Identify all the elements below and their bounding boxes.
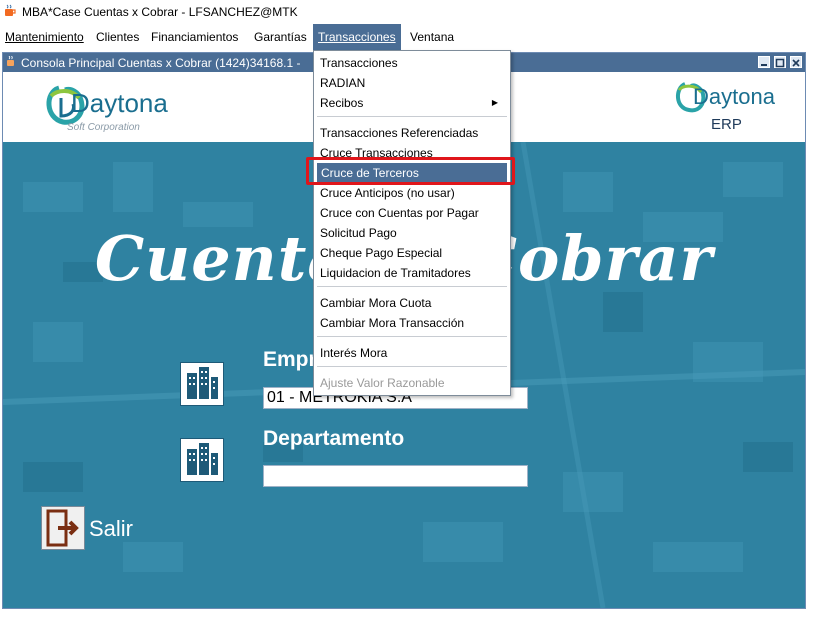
- logo-left-name: Daytona: [71, 88, 168, 118]
- maximize-icon: [775, 58, 785, 68]
- window-title: MBA*Case Cuentas x Cobrar - LFSANCHEZ@MT…: [22, 5, 298, 19]
- menu-item-recibos[interactable]: Recibos ▶: [320, 93, 504, 113]
- departamento-field[interactable]: [263, 465, 528, 487]
- menu-item-radian[interactable]: RADIAN: [320, 73, 365, 93]
- maximize-button[interactable]: [774, 56, 786, 68]
- close-button[interactable]: [790, 56, 802, 68]
- selection-highlight-box: [306, 157, 515, 185]
- menu-item-transacciones[interactable]: Transacciones: [320, 53, 398, 73]
- menu-mantenimiento-label: Mantenimiento: [5, 30, 84, 44]
- menu-item-label: Interés Mora: [320, 346, 388, 360]
- salir-button[interactable]: [41, 506, 85, 550]
- menu-item-cheque-pago-especial[interactable]: Cheque Pago Especial: [320, 243, 442, 263]
- daytona-logo-left: Daytona Soft Corporation: [41, 80, 171, 136]
- menu-clientes-label: Clientes: [96, 30, 140, 44]
- menu-separator: [317, 366, 507, 367]
- menu-transacciones[interactable]: Transacciones: [313, 24, 401, 50]
- menu-transacciones-label: Transacciones: [318, 30, 396, 44]
- menu-item-cambiar-mora-cuota[interactable]: Cambiar Mora Cuota: [320, 293, 431, 313]
- logo-left-sub: Soft Corporation: [67, 122, 140, 133]
- menu-garantias-label: Garantías: [254, 30, 307, 44]
- menu-item-label: Solicitud Pago: [320, 226, 397, 240]
- menu-item-label: Liquidacion de Tramitadores: [320, 266, 471, 280]
- menu-item-label: Transacciones Referenciadas: [320, 126, 479, 140]
- building-icon: [187, 367, 218, 399]
- console-title: Consola Principal Cuentas x Cobrar (1424…: [21, 56, 301, 70]
- menu-item-cruce-cuentas-pagar[interactable]: Cruce con Cuentas por Pagar: [320, 203, 479, 223]
- close-icon: [792, 59, 800, 67]
- menu-separator: [317, 336, 507, 337]
- logo-right-sub: ERP: [711, 116, 742, 133]
- exit-door-icon: [46, 509, 79, 547]
- menu-garantias[interactable]: Garantías: [254, 30, 307, 44]
- java-cup-icon: [7, 56, 14, 66]
- menu-clientes[interactable]: Clientes: [96, 30, 139, 44]
- java-cup-icon: [5, 4, 16, 16]
- menu-item-label: Cruce Anticipos (no usar): [320, 186, 455, 200]
- menu-financiamientos[interactable]: Financiamientos: [151, 30, 238, 44]
- minimize-icon: [761, 64, 767, 66]
- menu-item-label: Transacciones: [320, 56, 398, 70]
- transacciones-dropdown: Transacciones RADIAN Recibos ▶ Transaccio…: [313, 50, 511, 396]
- empresa-button[interactable]: [180, 362, 224, 406]
- menu-item-label: Recibos: [320, 96, 364, 110]
- menu-mantenimiento[interactable]: Mantenimiento: [5, 30, 84, 44]
- menu-item-label: Cheque Pago Especial: [320, 246, 443, 260]
- app-titlebar: MBA*Case Cuentas x Cobrar - LFSANCHEZ@MT…: [0, 0, 825, 24]
- departamento-button[interactable]: [180, 438, 224, 482]
- menu-item-label: Cambiar Mora Transacción: [320, 316, 465, 330]
- logo-right-name: Daytona: [693, 84, 775, 109]
- menu-separator: [317, 116, 507, 117]
- minimize-button[interactable]: [758, 56, 770, 68]
- menu-item-cambiar-mora-transaccion[interactable]: Cambiar Mora Transacción: [320, 313, 464, 333]
- menu-item-label: Ajuste Valor Razonable: [320, 376, 445, 390]
- menu-separator: [317, 286, 507, 287]
- menubar: Mantenimiento Clientes Financiamientos G…: [0, 24, 825, 50]
- building-icon: [187, 443, 218, 475]
- menu-item-transacciones-referenciadas[interactable]: Transacciones Referenciadas: [320, 123, 478, 143]
- submenu-arrow-icon: ▶: [491, 98, 498, 107]
- menu-financiamientos-label: Financiamientos: [151, 30, 239, 44]
- daytona-logo-right: Daytona ERP: [673, 78, 775, 138]
- menu-item-solicitud-pago[interactable]: Solicitud Pago: [320, 223, 397, 243]
- salir-label: Salir: [89, 516, 134, 541]
- menu-item-label: RADIAN: [320, 76, 366, 90]
- menu-item-label: Cruce con Cuentas por Pagar: [320, 206, 479, 220]
- menu-ventana-label: Ventana: [410, 30, 455, 44]
- menu-item-interes-mora[interactable]: Interés Mora: [320, 343, 387, 363]
- menu-item-liquidacion-tramitadores[interactable]: Liquidacion de Tramitadores: [320, 263, 471, 283]
- menu-item-cruce-anticipos[interactable]: Cruce Anticipos (no usar): [320, 183, 455, 203]
- menu-ventana[interactable]: Ventana: [410, 30, 454, 44]
- menu-item-ajuste-valor-razonable: Ajuste Valor Razonable: [320, 373, 445, 393]
- menu-item-label: Cambiar Mora Cuota: [320, 296, 432, 310]
- departamento-label: Departamento: [263, 427, 405, 450]
